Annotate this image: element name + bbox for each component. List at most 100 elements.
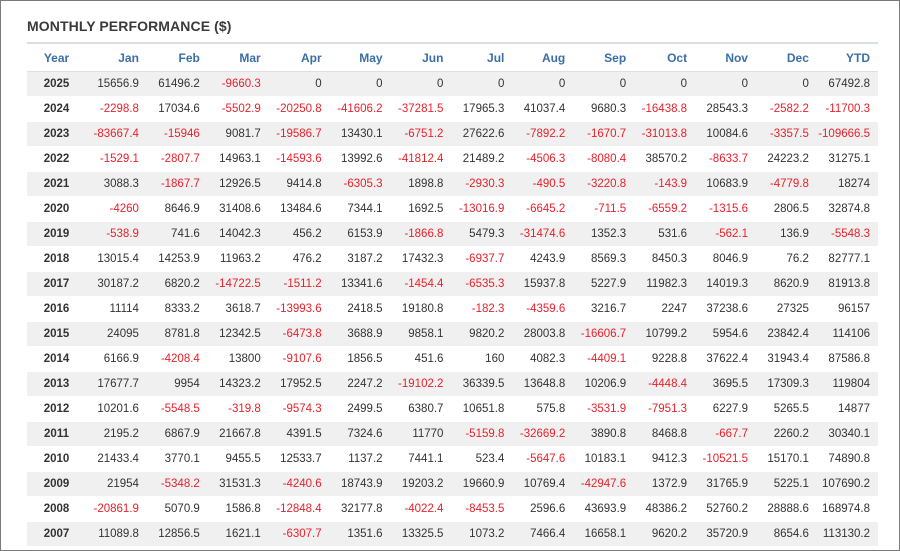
value-cell: 17034.6 xyxy=(146,96,208,122)
year-cell: 2020 xyxy=(27,196,87,222)
column-header-oct: Oct xyxy=(634,42,696,72)
year-cell: 2014 xyxy=(27,346,87,372)
value-cell: 61496.2 xyxy=(146,71,208,97)
value-cell: 5954.6 xyxy=(695,321,756,347)
value-cell: -83667.4 xyxy=(86,121,147,147)
year-cell: 2018 xyxy=(27,246,87,272)
value-cell: 31943.4 xyxy=(755,346,817,372)
column-header-ytd: YTD xyxy=(816,42,878,72)
year-cell: 2011 xyxy=(27,421,87,447)
value-cell: 0 xyxy=(390,71,452,97)
table-row: 2008 -20861.9 5070.9 1586.8 -12848.4 32177.8-… xyxy=(27,496,878,522)
column-header-feb: Feb xyxy=(146,42,208,72)
value-cell: -3531.9 xyxy=(573,396,635,422)
table-row: 2010 21433.4 3770.1 9455.5 12533.7 1137.2 7441… xyxy=(27,446,878,472)
value-cell: 96157 xyxy=(816,296,878,322)
value-cell: -5159.8 xyxy=(451,421,513,447)
value-cell: 9412.3 xyxy=(634,446,696,472)
value-cell: -41606.2 xyxy=(329,96,391,122)
value-cell: -1454.4 xyxy=(390,271,452,297)
value-cell: -1670.7 xyxy=(573,121,635,147)
value-cell: -711.5 xyxy=(573,196,635,222)
value-cell: 456.2 xyxy=(268,221,330,247)
value-cell: 5479.3 xyxy=(451,221,513,247)
value-cell: 14019.3 xyxy=(695,271,756,297)
value-cell: 28888.6 xyxy=(755,496,817,522)
value-cell: -15946 xyxy=(146,121,208,147)
value-cell: 10206.9 xyxy=(573,371,635,397)
value-cell: -667.7 xyxy=(695,421,756,447)
value-cell: 17952.5 xyxy=(268,371,330,397)
column-header-year: Year xyxy=(27,42,87,72)
value-cell: 67492.8 xyxy=(816,71,878,97)
value-cell: 0 xyxy=(451,71,513,97)
table-row: 2023 -83667.4 -15946 9081.7 -19586.7 13430.1-… xyxy=(27,121,878,147)
year-cell: 2019 xyxy=(27,221,87,247)
value-cell: 32177.8 xyxy=(329,496,391,522)
value-cell: 168974.8 xyxy=(816,496,878,522)
column-header-aug: Aug xyxy=(512,42,574,72)
value-cell: 1351.6 xyxy=(329,521,391,547)
value-cell: 19180.8 xyxy=(390,296,452,322)
value-cell: 10799.2 xyxy=(634,321,696,347)
value-cell: -20861.9 xyxy=(86,496,147,522)
value-cell: 30340.1 xyxy=(816,421,878,447)
value-cell: -31474.6 xyxy=(512,221,574,247)
value-cell: -8633.7 xyxy=(695,146,756,172)
value-cell: 3890.8 xyxy=(573,421,635,447)
value-cell: 24223.2 xyxy=(755,146,817,172)
value-cell: 21433.4 xyxy=(86,446,147,472)
value-cell: -562.1 xyxy=(695,221,756,247)
value-cell: 3618.7 xyxy=(207,296,269,322)
value-cell: 6153.9 xyxy=(329,221,391,247)
value-cell: 28543.3 xyxy=(695,96,756,122)
value-cell: -5548.5 xyxy=(146,396,208,422)
value-cell: -19586.7 xyxy=(268,121,330,147)
value-cell: 9820.2 xyxy=(451,321,513,347)
value-cell: -490.5 xyxy=(512,171,574,197)
value-cell: 10084.6 xyxy=(695,121,756,147)
value-cell: 11089.8 xyxy=(86,521,147,547)
value-cell: 10201.6 xyxy=(86,396,147,422)
value-cell: 21954 xyxy=(86,471,147,497)
value-cell: -8453.5 xyxy=(451,496,513,522)
column-header-dec: Dec xyxy=(755,42,817,72)
value-cell: -1866.8 xyxy=(390,221,452,247)
value-cell: 31275.1 xyxy=(816,146,878,172)
table-row: 2019 -538.9 741.6 14042.3 456.2 6153.9 -1866.8… xyxy=(27,221,878,247)
value-cell: -6937.7 xyxy=(451,246,513,272)
value-cell: 531.6 xyxy=(634,221,696,247)
value-cell: 476.2 xyxy=(268,246,330,272)
table-row: 2009 21954 -5348.2 31531.3 -4240.6 18743.9 192… xyxy=(27,471,878,497)
value-cell: 21667.8 xyxy=(207,421,269,447)
value-cell: 13800 xyxy=(207,346,269,372)
value-cell: 2247.2 xyxy=(329,371,391,397)
value-cell: -1315.6 xyxy=(695,196,756,222)
value-cell: 17965.3 xyxy=(451,96,513,122)
year-cell: 2023 xyxy=(27,121,87,147)
value-cell: 13430.1 xyxy=(329,121,391,147)
value-cell: 113130.2 xyxy=(816,521,878,547)
year-cell: 2021 xyxy=(27,171,87,197)
value-cell: -19102.2 xyxy=(390,371,452,397)
table-row: 2024 -2298.8 17034.6 -5502.9 -20250.8 -41606.… xyxy=(27,96,878,122)
value-cell: -1511.2 xyxy=(268,271,330,297)
value-cell: 11982.3 xyxy=(634,271,696,297)
value-cell: 36339.5 xyxy=(451,371,513,397)
value-cell: 5265.5 xyxy=(755,396,817,422)
value-cell: 8569.3 xyxy=(573,246,635,272)
value-cell: 28003.8 xyxy=(512,321,574,347)
value-cell: 1586.8 xyxy=(207,496,269,522)
value-cell: 9680.3 xyxy=(573,96,635,122)
value-cell: 7466.4 xyxy=(512,521,574,547)
column-header-mar: Mar xyxy=(207,42,269,72)
value-cell: -2930.3 xyxy=(451,171,513,197)
value-cell: 37238.6 xyxy=(695,296,756,322)
value-cell: 2806.5 xyxy=(755,196,817,222)
table-row: 2013 17677.7 9954 14323.2 17952.5 2247.2 -1910… xyxy=(27,371,878,397)
value-cell: -4779.8 xyxy=(755,171,817,197)
value-cell: 17309.3 xyxy=(755,371,817,397)
year-cell: 2024 xyxy=(27,96,87,122)
table-row: 2017 30187.2 6820.2 -14722.5 -1511.2 13341.6-… xyxy=(27,271,878,297)
value-cell: -4022.4 xyxy=(390,496,452,522)
